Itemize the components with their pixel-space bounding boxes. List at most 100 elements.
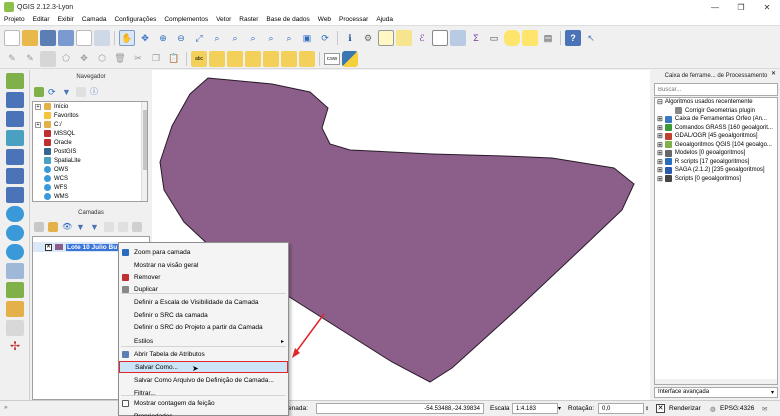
zoom-layer-icon[interactable]: ⌕ (227, 30, 243, 46)
context-menu-item[interactable]: Definir o SRC do Projeto a partir da Cam… (119, 321, 288, 333)
context-menu-item[interactable]: Salvar Como Arquivo de Definição de Cama… (119, 374, 288, 386)
chevron-down-icon[interactable]: ▾ (558, 405, 561, 412)
menu-9[interactable]: Web (314, 16, 335, 23)
processing-tree-item[interactable]: ⊞ SAGA (2.1.2) [235 geoalgoritmos] (655, 166, 777, 175)
processing-tree-item[interactable]: ⊞ Geoalgoritmos QGIS [104 geoalgo... (655, 141, 777, 150)
collapse-all-icon[interactable] (76, 87, 86, 97)
add-sql-anywhere-icon[interactable] (6, 187, 24, 203)
add-selected-layer-icon[interactable] (34, 87, 44, 97)
add-raster-layer-icon[interactable] (6, 92, 24, 108)
show-hide-labels-icon[interactable] (227, 50, 243, 67)
zoom-native-icon[interactable]: ⌕ (245, 30, 261, 46)
help-icon[interactable]: ? (565, 30, 581, 46)
attribute-table-icon[interactable] (432, 30, 448, 46)
python-console-icon[interactable] (342, 50, 358, 67)
menu-0[interactable]: Projeto (0, 16, 29, 23)
context-menu-item[interactable]: Zoom para camada (119, 246, 288, 258)
expand-icon[interactable]: » (4, 404, 8, 411)
close-icon[interactable]: ✕ (754, 0, 780, 14)
add-oracle-layer-icon[interactable] (6, 168, 24, 184)
navigator-item[interactable]: + Início (33, 102, 147, 111)
annotation-icon[interactable] (522, 30, 538, 46)
menu-5[interactable]: Complementos (160, 16, 212, 23)
csw-button[interactable]: CSW (324, 52, 340, 65)
pin-labels-icon[interactable] (209, 50, 225, 67)
navigator-item[interactable]: WMS (33, 192, 147, 201)
menu-1[interactable]: Editar (29, 16, 54, 23)
coordinate-field[interactable]: -54.53488,-24.39834 (316, 403, 484, 414)
expand-icon[interactable]: ⊞ (657, 141, 663, 149)
copy-features-icon[interactable]: ❐ (148, 51, 164, 67)
add-vector-layer-icon[interactable] (6, 73, 24, 89)
expand-icon[interactable]: + (35, 103, 41, 110)
save-as-icon[interactable] (58, 30, 74, 46)
layer-name[interactable]: Lote 10 Julio Bu (66, 243, 119, 251)
composer-manager-icon[interactable] (94, 30, 110, 46)
crs-label[interactable]: EPSG:4326 (720, 405, 754, 412)
navigator-item[interactable]: OWS (33, 165, 147, 174)
processing-hscrollbar[interactable] (655, 379, 777, 384)
processing-tree-item[interactable]: ⊞ GDAL/OGR [45 geoalgoritmos] (655, 132, 777, 141)
save-project-icon[interactable] (40, 30, 56, 46)
processing-search-input[interactable] (654, 83, 778, 96)
navigator-item[interactable]: Favoritos (33, 111, 147, 120)
context-menu-item[interactable]: Mostrar contagem da feição (119, 397, 288, 409)
field-calculator-icon[interactable] (450, 30, 466, 46)
context-menu-item[interactable]: Salvar Como... ➤ (119, 361, 288, 373)
processing-tree-item[interactable]: ⊞ Modelos [0 geoalgoritmos] (655, 149, 777, 158)
move-label-icon[interactable] (245, 50, 261, 67)
context-menu-item[interactable]: Definir o SRC da camada (119, 309, 288, 321)
zoom-out-icon[interactable]: ⊖ (173, 30, 189, 46)
add-postgis-layer-icon[interactable] (6, 111, 24, 127)
navigator-item[interactable]: PostGIS (33, 147, 147, 156)
expand-icon[interactable]: ⊞ (657, 149, 663, 157)
zoom-last-icon[interactable]: ⌕ (263, 30, 279, 46)
context-menu-item[interactable]: Mostrar na visão geral (119, 259, 288, 271)
minimize-icon[interactable]: — (702, 0, 728, 14)
new-map-view-icon[interactable]: ▣ (299, 30, 315, 46)
navigator-item[interactable]: MSSQL (33, 129, 147, 138)
toggle-edit-icon[interactable]: ✎ (22, 51, 38, 67)
feature-count-checkbox[interactable] (122, 400, 129, 407)
new-project-icon[interactable] (4, 30, 20, 46)
restore-icon[interactable]: ❐ (728, 0, 754, 14)
edit-pencil-icon[interactable]: ✎ (4, 51, 20, 67)
filter-icon[interactable]: ▼ (62, 87, 72, 97)
paste-features-icon[interactable]: 📋 (166, 51, 182, 67)
measure-icon[interactable]: ▭ (486, 30, 502, 46)
refresh-icon[interactable]: ⟳ (317, 30, 333, 46)
gps-icon[interactable]: ✢ (6, 339, 24, 355)
pan-to-selection-icon[interactable]: ✥ (137, 30, 153, 46)
expand-icon[interactable]: ⊞ (657, 158, 663, 166)
virtual-layer-icon[interactable] (6, 320, 24, 336)
processing-tree-item[interactable]: ⊟ Algoritmos usados recentemente (655, 98, 777, 107)
context-menu-item[interactable]: Abrir Tabela de Atributos (119, 348, 288, 360)
expand-all-icon[interactable] (104, 222, 114, 232)
pan-icon[interactable]: ✋ (119, 30, 135, 46)
deselect-icon[interactable] (396, 30, 412, 46)
expand-icon[interactable]: ⊟ (657, 98, 663, 106)
change-label-icon[interactable] (281, 50, 297, 67)
add-spatialite-layer-icon[interactable] (6, 130, 24, 146)
cut-features-icon[interactable]: ✂ (130, 51, 146, 67)
navigator-item[interactable]: WCS (33, 174, 147, 183)
zoom-selection-icon[interactable]: ⌕ (209, 30, 225, 46)
context-menu-item[interactable]: Definir a Escala de Visibilidade da Cama… (119, 296, 288, 308)
zoom-in-icon[interactable]: ⊕ (155, 30, 171, 46)
rotation-field[interactable]: 0,0 (598, 403, 644, 414)
menu-2[interactable]: Exibir (54, 16, 78, 23)
expression-select-icon[interactable]: ℰ (414, 30, 430, 46)
identify-icon[interactable]: ℹ (342, 30, 358, 46)
menu-4[interactable]: Configurações (110, 16, 160, 23)
expand-icon[interactable]: ⊞ (657, 166, 663, 174)
add-wcs-layer-icon[interactable] (6, 225, 24, 241)
add-wms-layer-icon[interactable] (6, 206, 24, 222)
save-edits-icon[interactable] (40, 50, 56, 67)
add-delimited-text-icon[interactable] (6, 263, 24, 279)
move-feature-icon[interactable]: ✥ (76, 51, 92, 67)
new-shapefile-icon[interactable] (6, 282, 24, 298)
processing-tree-item[interactable]: ⊞ Comandos GRASS [160 geoalgorit... (655, 124, 777, 133)
navigator-scrollbar[interactable] (141, 102, 147, 201)
whats-this-icon[interactable]: ↖ (583, 30, 599, 46)
expand-icon[interactable]: ⊞ (657, 124, 663, 132)
